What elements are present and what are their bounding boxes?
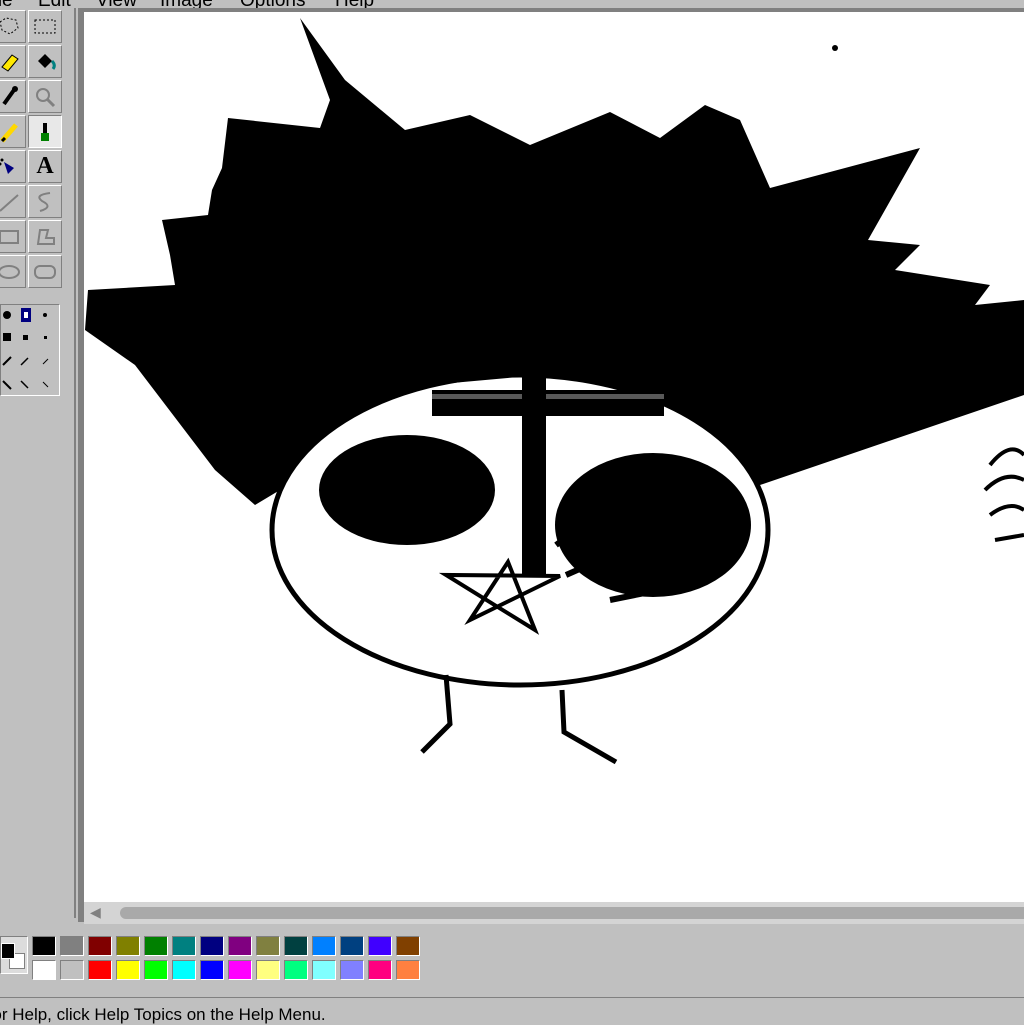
current-colors	[0, 936, 28, 974]
eraser-tool[interactable]	[0, 45, 26, 78]
text-tool[interactable]: A	[28, 150, 62, 183]
palette-color-swatch[interactable]	[312, 960, 336, 980]
palette-color-swatch[interactable]	[200, 936, 224, 956]
brush-icon	[41, 122, 49, 141]
palette-color-swatch[interactable]	[60, 936, 84, 956]
palette-color-swatch[interactable]	[60, 960, 84, 980]
eraser-icon	[1, 53, 19, 72]
pencil-icon	[0, 122, 18, 143]
palette-color-swatch[interactable]	[116, 936, 140, 956]
palette-color-swatch[interactable]	[340, 936, 364, 956]
magnifier-tool[interactable]	[28, 80, 62, 113]
line-icon	[0, 193, 19, 212]
palette-color-swatch[interactable]	[172, 960, 196, 980]
text-icon: A	[36, 153, 54, 179]
brush-tool[interactable]	[28, 115, 62, 148]
status-text: For Help, click Help Topics on the Help …	[0, 1005, 326, 1024]
brush-shape-options[interactable]	[0, 304, 60, 396]
palette-color-swatch[interactable]	[256, 960, 280, 980]
status-bar: For Help, click Help Topics on the Help …	[0, 997, 1024, 1025]
rounded-rectangle-icon	[34, 264, 56, 279]
palette-color-swatch[interactable]	[88, 960, 112, 980]
color-box	[0, 926, 1024, 996]
polygon-tool[interactable]	[28, 220, 62, 253]
fill-bucket-tool[interactable]	[28, 45, 62, 78]
free-form-select-tool[interactable]	[0, 10, 26, 43]
rectangle-icon	[0, 229, 19, 244]
palette-color-swatch[interactable]	[144, 960, 168, 980]
palette-color-swatch[interactable]	[116, 960, 140, 980]
palette-color-swatch[interactable]	[32, 960, 56, 980]
rectangle-tool[interactable]	[0, 220, 26, 253]
magnifier-icon	[36, 87, 56, 107]
foreground-color-swatch[interactable]	[1, 943, 15, 959]
rounded-rectangle-tool[interactable]	[28, 255, 62, 288]
palette-color-swatch[interactable]	[32, 936, 56, 956]
drawing-content	[85, 18, 1024, 765]
curve-icon	[38, 191, 51, 212]
rectangle-select-tool[interactable]	[28, 10, 62, 43]
drawing-canvas[interactable]	[84, 12, 1024, 905]
palette-color-swatch[interactable]	[144, 936, 168, 956]
airbrush-icon	[0, 158, 14, 174]
palette-color-swatch[interactable]	[172, 936, 196, 956]
toolbox: A	[0, 8, 76, 918]
ellipse-icon	[0, 264, 20, 279]
rectangle-select-icon	[34, 19, 56, 33]
scroll-left-icon[interactable]: ◀	[90, 904, 101, 921]
palette-color-swatch[interactable]	[340, 960, 364, 980]
line-tool[interactable]	[0, 185, 26, 218]
curve-tool[interactable]	[28, 185, 62, 218]
palette-color-swatch[interactable]	[284, 960, 308, 980]
fill-bucket-icon	[38, 53, 56, 70]
palette-color-swatch[interactable]	[200, 960, 224, 980]
free-form-select-icon	[0, 16, 19, 35]
palette-color-swatch[interactable]	[396, 960, 420, 980]
polygon-icon	[36, 228, 55, 245]
airbrush-tool[interactable]	[0, 150, 26, 183]
ellipse-tool[interactable]	[0, 255, 26, 288]
palette-color-swatch[interactable]	[88, 936, 112, 956]
palette-color-swatch[interactable]	[312, 936, 336, 956]
brush-shapes	[2, 308, 49, 390]
palette-color-swatch[interactable]	[368, 960, 392, 980]
palette-color-swatch[interactable]	[396, 936, 420, 956]
pencil-tool[interactable]	[0, 115, 26, 148]
palette-color-swatch[interactable]	[228, 960, 252, 980]
palette-color-swatch[interactable]	[228, 936, 252, 956]
palette-color-swatch[interactable]	[368, 936, 392, 956]
color-picker-tool[interactable]	[0, 80, 26, 113]
palette-color-swatch[interactable]	[256, 936, 280, 956]
scrollbar-thumb[interactable]	[120, 907, 1024, 919]
color-picker-icon	[2, 85, 18, 105]
horizontal-scrollbar[interactable]: ◀	[84, 902, 1024, 924]
palette-color-swatch[interactable]	[284, 936, 308, 956]
